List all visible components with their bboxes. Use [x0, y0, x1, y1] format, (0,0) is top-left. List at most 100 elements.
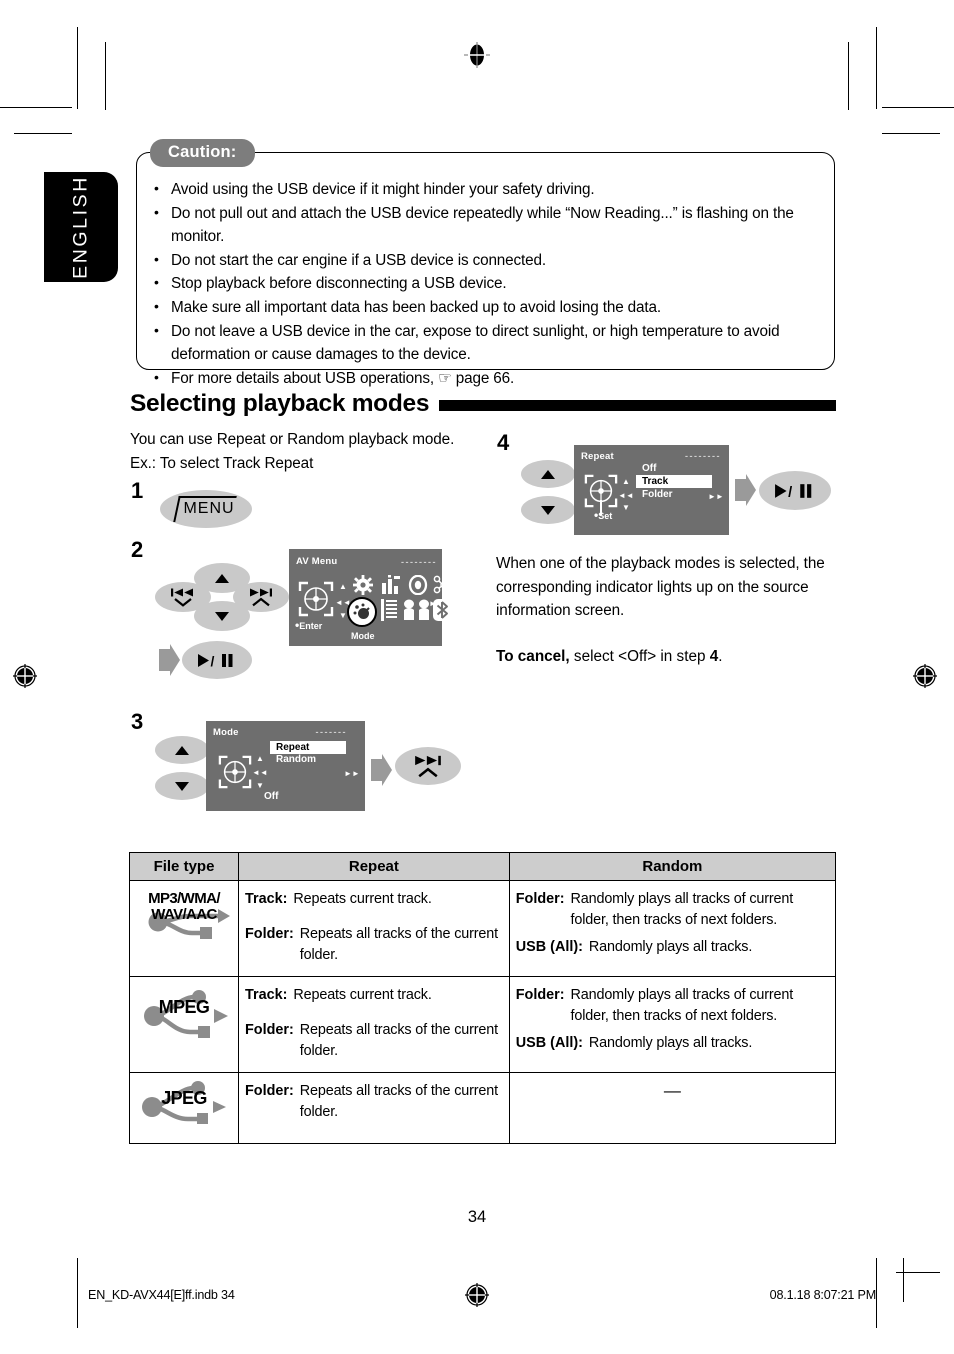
file-type-label-jpeg: JPEG	[161, 1088, 207, 1108]
enter-label-text: Enter	[299, 621, 323, 631]
repeat-option-track[interactable]: Track	[636, 475, 712, 488]
intro-text: You can use Repeat or Random playback mo…	[130, 428, 480, 475]
repeat-value: Repeats current track.	[293, 987, 432, 1003]
triangle-up-icon	[541, 469, 555, 479]
crop-mark-tr-h2	[882, 133, 940, 135]
crop-mark-tl-h	[0, 107, 72, 109]
repeat-key: Track:	[245, 987, 288, 1003]
random-entry: Folder: Randomly plays all tracks of cur…	[516, 889, 829, 931]
random-cell-mp3: Folder: Randomly plays all tracks of cur…	[508, 880, 837, 977]
mode-screen-title: Mode	[213, 727, 239, 738]
triangle-down-icon	[215, 611, 229, 621]
mode-option-repeat[interactable]: Repeat	[270, 741, 346, 754]
repeat-cell-mpeg: Track: Repeats current track. Folder: Re…	[238, 976, 510, 1073]
repeat-entry: Folder: Repeats all tracks of the curren…	[245, 924, 503, 966]
repeat-cell-mp3: Track: Repeats current track. Folder: Re…	[238, 880, 510, 977]
table-header-row: File type Repeat Random	[129, 852, 837, 881]
registration-mark-right	[912, 663, 938, 689]
playback-mode-note: When one of the playback modes is select…	[496, 552, 836, 623]
av-menu-dashes: - - - - - - - -	[401, 557, 435, 567]
random-cell-mpeg: Folder: Randomly plays all tracks of cur…	[508, 976, 837, 1073]
cancel-step-ref: 4	[709, 648, 719, 665]
step-number-4: 4	[497, 430, 510, 455]
screen-right-arrow-icon: ►►	[344, 769, 360, 778]
repeat-screen-set-label: •Set	[594, 508, 613, 522]
repeat-option-off[interactable]: Off	[642, 463, 656, 474]
menu-button[interactable]: MENU	[160, 490, 252, 528]
mode-screen-dashes: - - - - - - -	[315, 727, 346, 737]
screen-right-arrow-icon: ►►	[708, 492, 724, 501]
confirm-button-step3[interactable]	[395, 747, 461, 785]
repeat-key: Track:	[245, 891, 288, 907]
usb-icon-jpeg: JPEG	[136, 1081, 232, 1129]
caution-item: Do not start the car engine if a USB dev…	[152, 248, 824, 273]
crop-mark-br-h	[896, 1272, 940, 1274]
footer-filename: EN_KD-AVX44[E]ff.indb 34	[88, 1288, 235, 1302]
repeat-option-folder[interactable]: Folder	[642, 489, 673, 500]
random-value: Randomly plays all tracks of current fol…	[570, 987, 794, 1024]
repeat-value: Repeats all tracks of the current folder…	[299, 926, 498, 963]
triangle-up-icon	[175, 745, 189, 755]
caution-item: For more details about USB operations, ☞…	[152, 366, 824, 391]
column-header-repeat: Repeat	[238, 852, 510, 881]
file-type-cell-jpeg: JPEG	[129, 1072, 239, 1144]
mode-option-random[interactable]: Random	[276, 754, 316, 765]
menu-button-label: MENU	[183, 500, 235, 517]
screen-up-arrow-icon: ▲	[622, 477, 630, 486]
cursor-down-button[interactable]	[194, 601, 250, 631]
network-icon	[433, 575, 452, 595]
av-menu-title: AV Menu	[296, 556, 338, 567]
skip-back-icon	[171, 588, 193, 596]
repeat-entry: Folder: Repeats all tracks of the curren…	[245, 1081, 503, 1123]
crop-mark-tl-v2	[105, 42, 107, 110]
crop-mark-tl-h2	[14, 133, 72, 135]
cursor-up-button-step4[interactable]	[521, 460, 575, 488]
repeat-screen-dashes: - - - - - - - -	[685, 451, 719, 461]
random-entry: USB (All): Randomly plays all tracks.	[516, 937, 829, 958]
intro-line-2: Ex.: To select Track Repeat	[130, 454, 314, 472]
screen-down-arrow-icon: ▼	[339, 611, 347, 620]
triangle-down-icon	[175, 781, 189, 791]
skip-forward-icon	[250, 588, 272, 596]
usb-icon-mpeg: MPEG	[136, 985, 232, 1047]
screen-down-arrow-icon: ▼	[622, 503, 630, 512]
caution-item: Avoid using the USB device if it might h…	[152, 177, 824, 202]
play-pause-button-step2[interactable]: /	[182, 641, 252, 679]
crop-mark-tr-v2	[848, 42, 850, 110]
table-row: MP3/WMA/WAV/AAC Track: Repeats current t…	[129, 880, 837, 977]
av-menu-enter-label: •Enter	[295, 618, 323, 632]
random-entry: Folder: Randomly plays all tracks of cur…	[516, 985, 829, 1027]
random-value: Randomly plays all tracks of current fol…	[570, 891, 794, 928]
repeat-entry: Track: Repeats current track.	[245, 889, 503, 910]
random-key: Folder:	[515, 891, 565, 907]
random-value: Randomly plays all tracks.	[588, 1035, 753, 1051]
cursor-down-button-step4[interactable]	[521, 496, 575, 524]
screen-down-arrow-icon: ▼	[256, 781, 264, 790]
flow-arrow-icon	[735, 474, 757, 511]
column-header-file-type: File type	[129, 852, 239, 881]
mode-icon	[351, 601, 373, 623]
repeat-key: Folder:	[245, 1022, 294, 1038]
chevron-down-icon	[174, 597, 192, 607]
mode-icon-highlight	[347, 597, 377, 627]
heading-rule	[439, 400, 836, 411]
repeat-value: Repeats all tracks of the current folder…	[299, 1022, 498, 1059]
step-number-1: 1	[131, 478, 144, 503]
av-menu-screen: AV Menu - - - - - - - - •Enter ▲ ◄◄ ▼ ►►	[289, 549, 452, 646]
caution-item: Do not pull out and attach the USB devic…	[152, 201, 824, 249]
cursor-up-button-step3[interactable]	[155, 736, 209, 764]
cancel-end: .	[718, 648, 723, 665]
repeat-screen-title: Repeat	[581, 451, 614, 462]
play-pause-icon: /	[775, 483, 812, 499]
caution-item: Stop playback before disconnecting a USB…	[152, 271, 824, 296]
cursor-down-button-step3[interactable]	[155, 772, 209, 800]
step-number-3: 3	[131, 709, 144, 734]
skip-forward-icon	[415, 755, 441, 765]
screen-left-arrow-icon: ◄◄	[252, 768, 268, 777]
random-value: Randomly plays all tracks.	[588, 939, 753, 955]
caution-item: Make sure all important data has been ba…	[152, 295, 824, 320]
speakers-icon	[404, 599, 429, 620]
repeat-entry: Folder: Repeats all tracks of the curren…	[245, 1020, 503, 1062]
random-key: USB (All):	[515, 939, 583, 955]
play-pause-button-step4[interactable]: /	[759, 471, 831, 510]
